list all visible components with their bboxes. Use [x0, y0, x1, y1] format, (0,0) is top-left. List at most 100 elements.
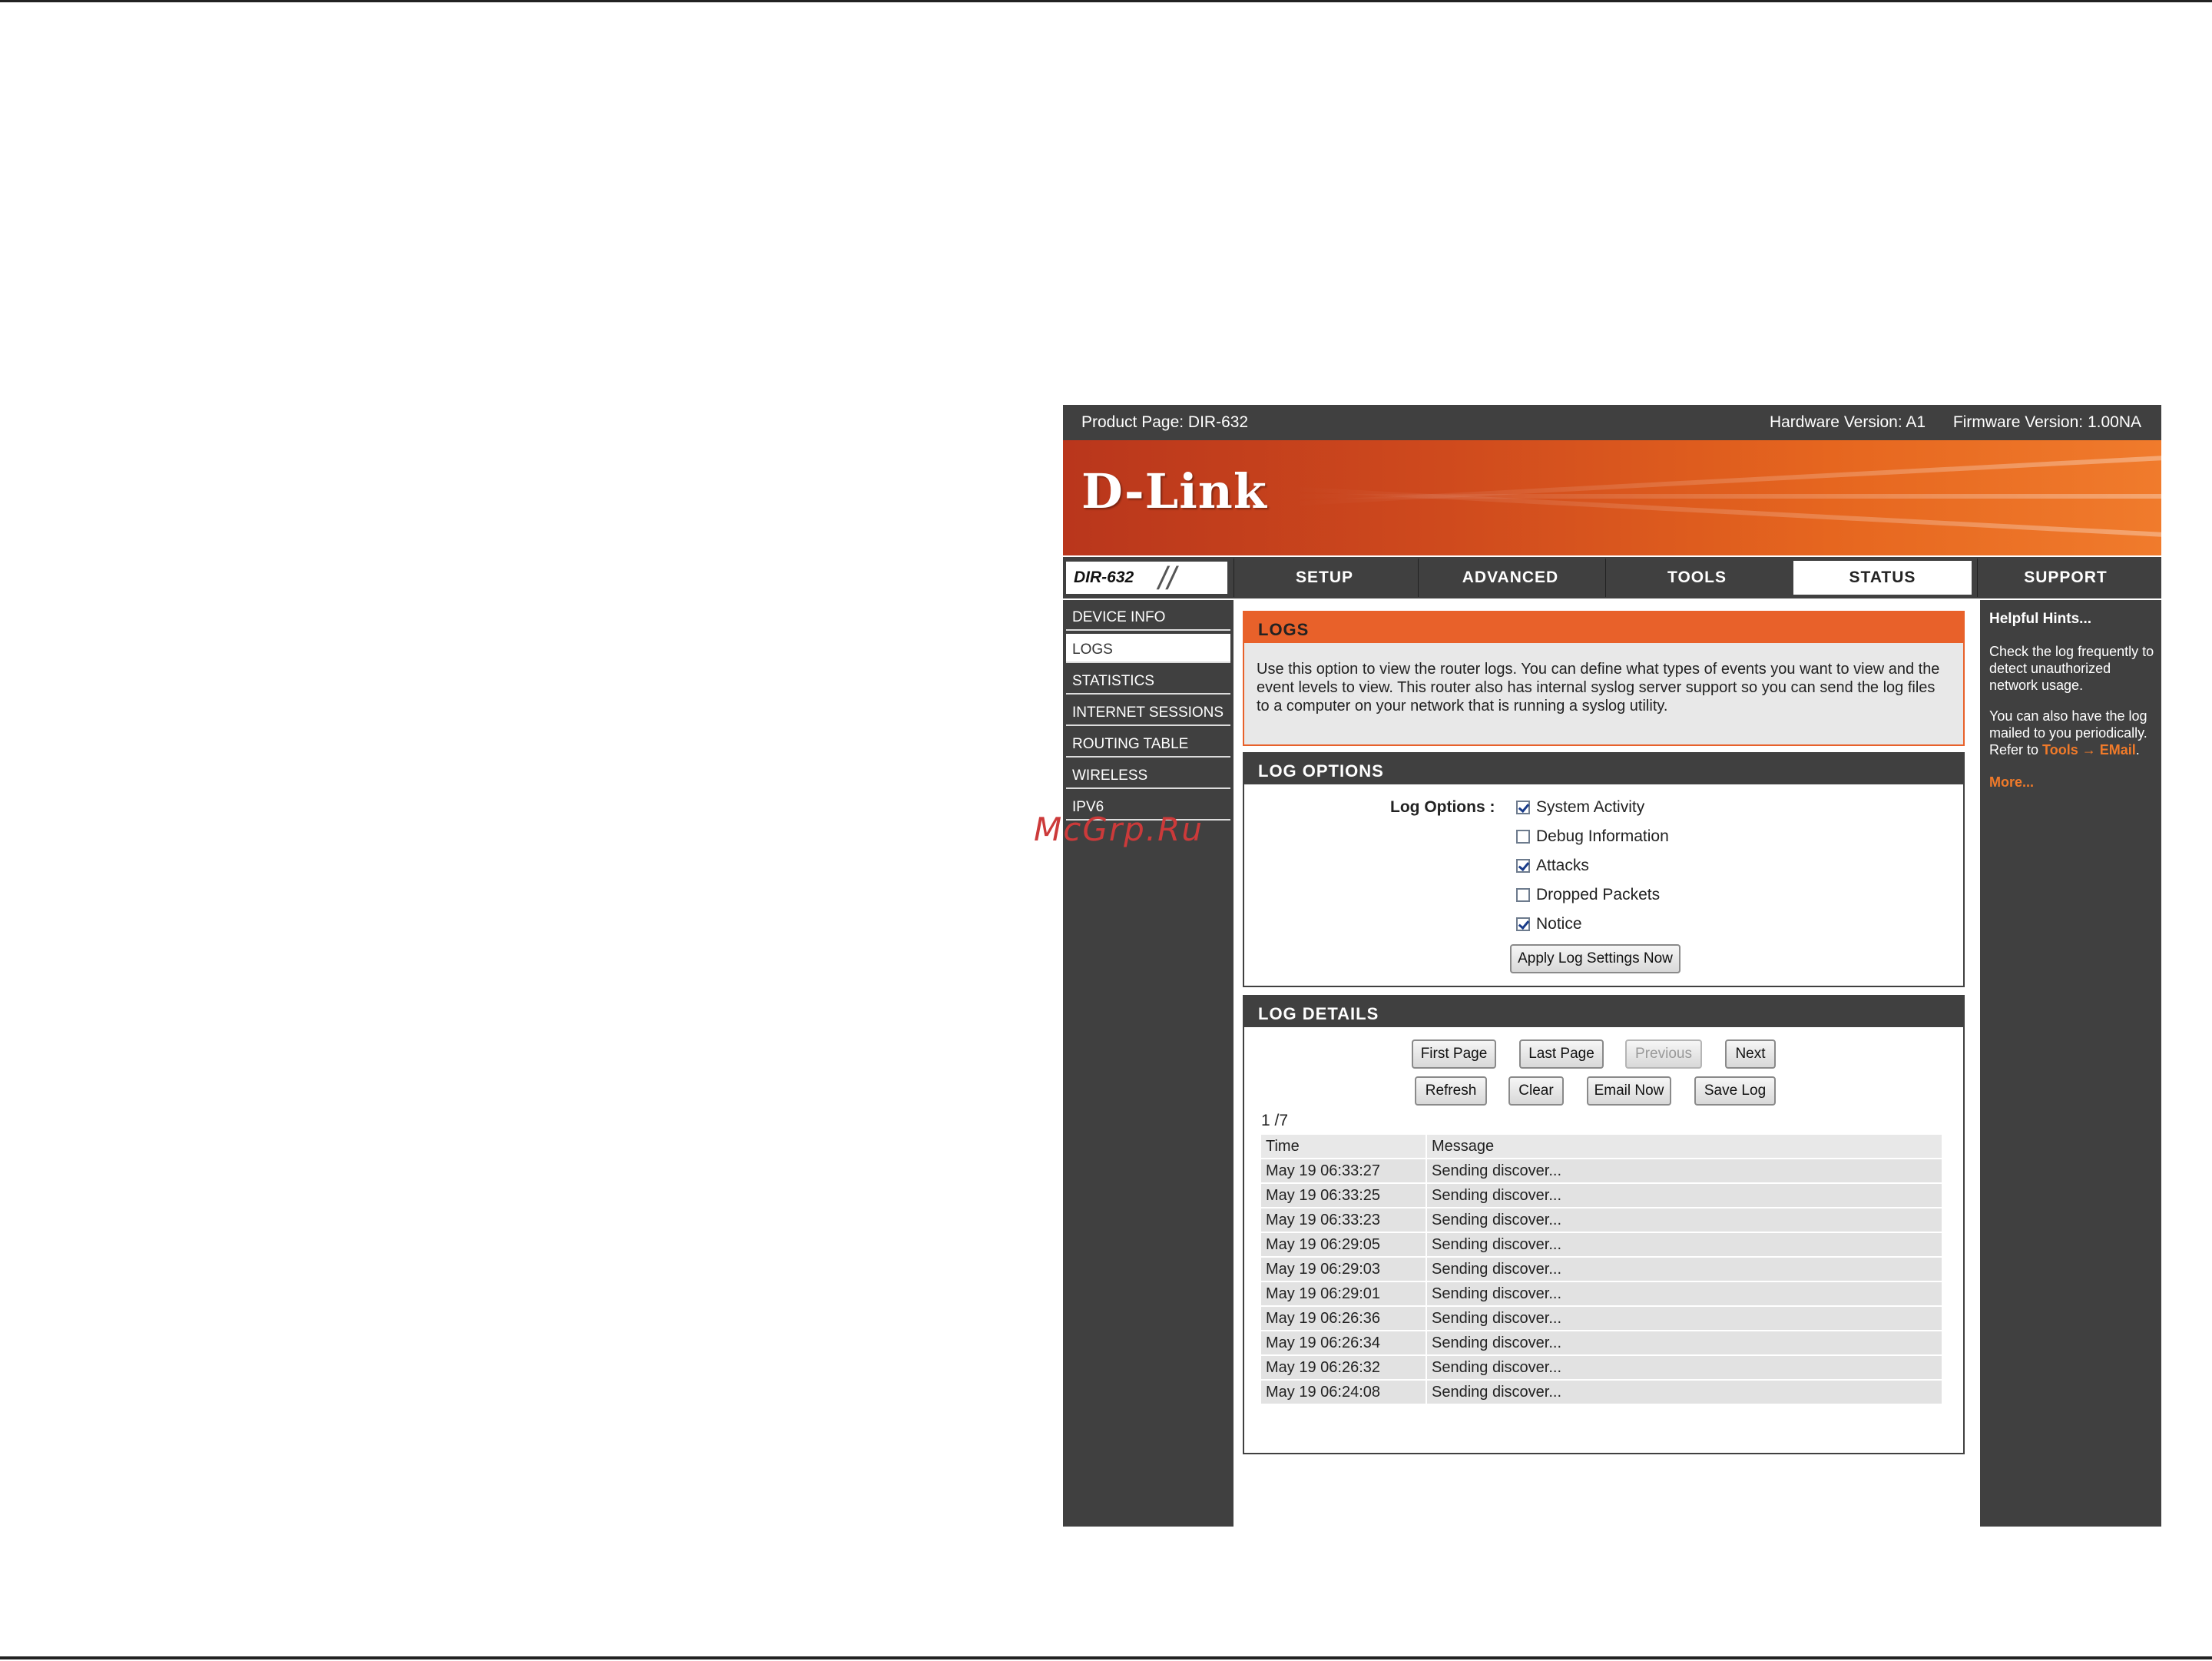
checkbox-checked-icon[interactable]: [1516, 917, 1530, 931]
log-message: Sending discover...: [1426, 1379, 1943, 1405]
table-row: May 19 06:33:23 Sending discover...: [1260, 1207, 1943, 1233]
logs-panel: LOGS Use this option to view the router …: [1243, 611, 1965, 746]
log-time: May 19 06:33:25: [1260, 1182, 1427, 1208]
sidebar-item-statistics[interactable]: STATISTICS: [1066, 665, 1230, 695]
refresh-button[interactable]: Refresh: [1415, 1076, 1487, 1106]
table-row: May 19 06:33:25 Sending discover...: [1260, 1182, 1943, 1208]
table-row: May 19 06:26:32 Sending discover...: [1260, 1354, 1943, 1381]
log-time: May 19 06:33:23: [1260, 1207, 1427, 1233]
hint-email-end: .: [2135, 742, 2140, 758]
table-row: May 19 06:29:05 Sending discover...: [1260, 1232, 1943, 1258]
table-row: May 19 06:33:27 Sending discover...: [1260, 1158, 1943, 1184]
top-info-bar: Product Page: DIR-632 Hardware Version: …: [1063, 405, 2161, 440]
log-options-title: LOG OPTIONS: [1244, 754, 1963, 784]
firmware-version: Firmware Version: 1.00NA: [1952, 413, 2141, 431]
helpful-hints-panel: Helpful Hints... Check the log frequentl…: [1980, 600, 2161, 1527]
log-message: Sending discover...: [1426, 1256, 1943, 1282]
log-message: Sending discover...: [1426, 1354, 1943, 1381]
router-web-ui: Product Page: DIR-632 Hardware Version: …: [1063, 405, 2161, 1527]
checkbox-label: Notice: [1536, 915, 1582, 933]
apply-log-settings-button[interactable]: Apply Log Settings Now: [1510, 944, 1681, 973]
log-message: Sending discover...: [1426, 1182, 1943, 1208]
log-message: Sending discover...: [1426, 1232, 1943, 1258]
watermark-text: McGrp.Ru: [1034, 811, 1204, 848]
main-content: LOGS Use this option to view the router …: [1235, 600, 1979, 1527]
dlink-logo: D-Link: [1081, 463, 1267, 519]
log-message: Sending discover...: [1426, 1330, 1943, 1356]
table-header-row: Time Message: [1260, 1133, 1943, 1159]
log-time: May 19 06:26:34: [1260, 1330, 1427, 1356]
model-badge: DIR-632 //: [1066, 560, 1227, 596]
version-info: Hardware Version: A1 Firmware Version: 1…: [1747, 413, 2141, 432]
log-details-title: LOG DETAILS: [1244, 996, 1963, 1027]
checkbox-label: Dropped Packets: [1536, 886, 1661, 903]
previous-button[interactable]: Previous: [1625, 1039, 1702, 1069]
first-page-button[interactable]: First Page: [1412, 1039, 1496, 1069]
log-time: May 19 06:29:03: [1260, 1256, 1427, 1282]
page-top-rule: [0, 0, 2212, 2]
email-now-button[interactable]: Email Now: [1587, 1076, 1671, 1106]
checkbox-dropped-packets[interactable]: Dropped Packets: [1516, 886, 1660, 904]
save-log-button[interactable]: Save Log: [1694, 1076, 1776, 1106]
log-options-label: Log Options :: [1390, 798, 1495, 816]
column-header-time: Time: [1260, 1133, 1427, 1159]
tab-setup[interactable]: SETUP: [1233, 559, 1415, 597]
sidebar-item-internet-sessions[interactable]: INTERNET SESSIONS: [1066, 697, 1230, 726]
table-row: May 19 06:26:36 Sending discover...: [1260, 1305, 1943, 1331]
sidebar-item-wireless[interactable]: WIRELESS: [1066, 760, 1230, 789]
log-time: May 19 06:29:05: [1260, 1232, 1427, 1258]
logs-title: LOGS: [1244, 612, 1963, 643]
table-row: May 19 06:26:34 Sending discover...: [1260, 1330, 1943, 1356]
log-time: May 19 06:33:27: [1260, 1158, 1427, 1184]
checkbox-attacks[interactable]: Attacks: [1516, 857, 1589, 875]
checkbox-checked-icon[interactable]: [1516, 859, 1530, 873]
tab-support[interactable]: SUPPORT: [1977, 559, 2154, 597]
left-sidebar: DEVICE INFO LOGS STATISTICS INTERNET SES…: [1063, 600, 1233, 1527]
log-table: Time Message May 19 06:33:27 Sending disc…: [1260, 1133, 1943, 1405]
brand-banner: D-Link: [1063, 440, 2161, 555]
log-message: Sending discover...: [1426, 1305, 1943, 1331]
clear-button[interactable]: Clear: [1508, 1076, 1564, 1106]
tab-advanced[interactable]: ADVANCED: [1418, 559, 1602, 597]
last-page-button[interactable]: Last Page: [1519, 1039, 1604, 1069]
hint-email-log: You can also have the log mailed to you …: [1989, 708, 2155, 758]
sidebar-item-device-info[interactable]: DEVICE INFO: [1066, 602, 1230, 631]
checkbox-notice[interactable]: Notice: [1516, 915, 1582, 933]
slash-decoration-icon: //: [1158, 560, 1177, 596]
log-message: Sending discover...: [1426, 1158, 1943, 1184]
checkbox-debug-information[interactable]: Debug Information: [1516, 827, 1669, 846]
more-link[interactable]: More...: [1989, 774, 2155, 791]
tab-tools[interactable]: TOOLS: [1605, 559, 1788, 597]
checkbox-label: System Activity: [1536, 798, 1645, 816]
logs-description: Use this option to view the router logs.…: [1257, 661, 1940, 714]
tools-email-link[interactable]: Tools → EMail: [2042, 742, 2136, 758]
table-row: May 19 06:29:03 Sending discover...: [1260, 1256, 1943, 1282]
tab-bar: SETUP ADVANCED TOOLS STATUS SUPPORT: [1233, 557, 2157, 598]
next-button[interactable]: Next: [1725, 1039, 1776, 1069]
checkbox-checked-icon[interactable]: [1516, 801, 1530, 814]
table-row: May 19 06:24:08 Sending discover...: [1260, 1379, 1943, 1405]
sidebar-item-logs[interactable]: LOGS: [1066, 634, 1230, 663]
main-nav: DIR-632 // SETUP ADVANCED TOOLS STATUS S…: [1063, 557, 2161, 598]
tab-status[interactable]: STATUS: [1791, 559, 1974, 597]
page-bottom-rule: [0, 1656, 2212, 1659]
checkbox-label: Debug Information: [1536, 827, 1669, 845]
log-message: Sending discover...: [1426, 1281, 1943, 1307]
model-label: DIR-632: [1074, 569, 1134, 586]
log-time: May 19 06:26:32: [1260, 1354, 1427, 1381]
hardware-version: Hardware Version: A1: [1769, 413, 1926, 431]
page-indicator: 1 /7: [1261, 1112, 1289, 1129]
checkbox-unchecked-icon[interactable]: [1516, 888, 1530, 902]
column-header-message: Message: [1426, 1133, 1943, 1159]
checkbox-system-activity[interactable]: System Activity: [1516, 798, 1644, 817]
table-row: May 19 06:29:01 Sending discover...: [1260, 1281, 1943, 1307]
log-message: Sending discover...: [1426, 1207, 1943, 1233]
checkbox-unchecked-icon[interactable]: [1516, 830, 1530, 844]
hints-title: Helpful Hints...: [1989, 611, 2091, 627]
log-time: May 19 06:29:01: [1260, 1281, 1427, 1307]
log-details-panel: LOG DETAILS First Page Last Page Previou…: [1243, 995, 1965, 1454]
product-page-link[interactable]: Product Page: DIR-632: [1081, 413, 1248, 432]
sidebar-item-routing-table[interactable]: ROUTING TABLE: [1066, 728, 1230, 758]
checkbox-label: Attacks: [1536, 857, 1589, 874]
log-options-panel: LOG OPTIONS Log Options : System Activit…: [1243, 752, 1965, 987]
